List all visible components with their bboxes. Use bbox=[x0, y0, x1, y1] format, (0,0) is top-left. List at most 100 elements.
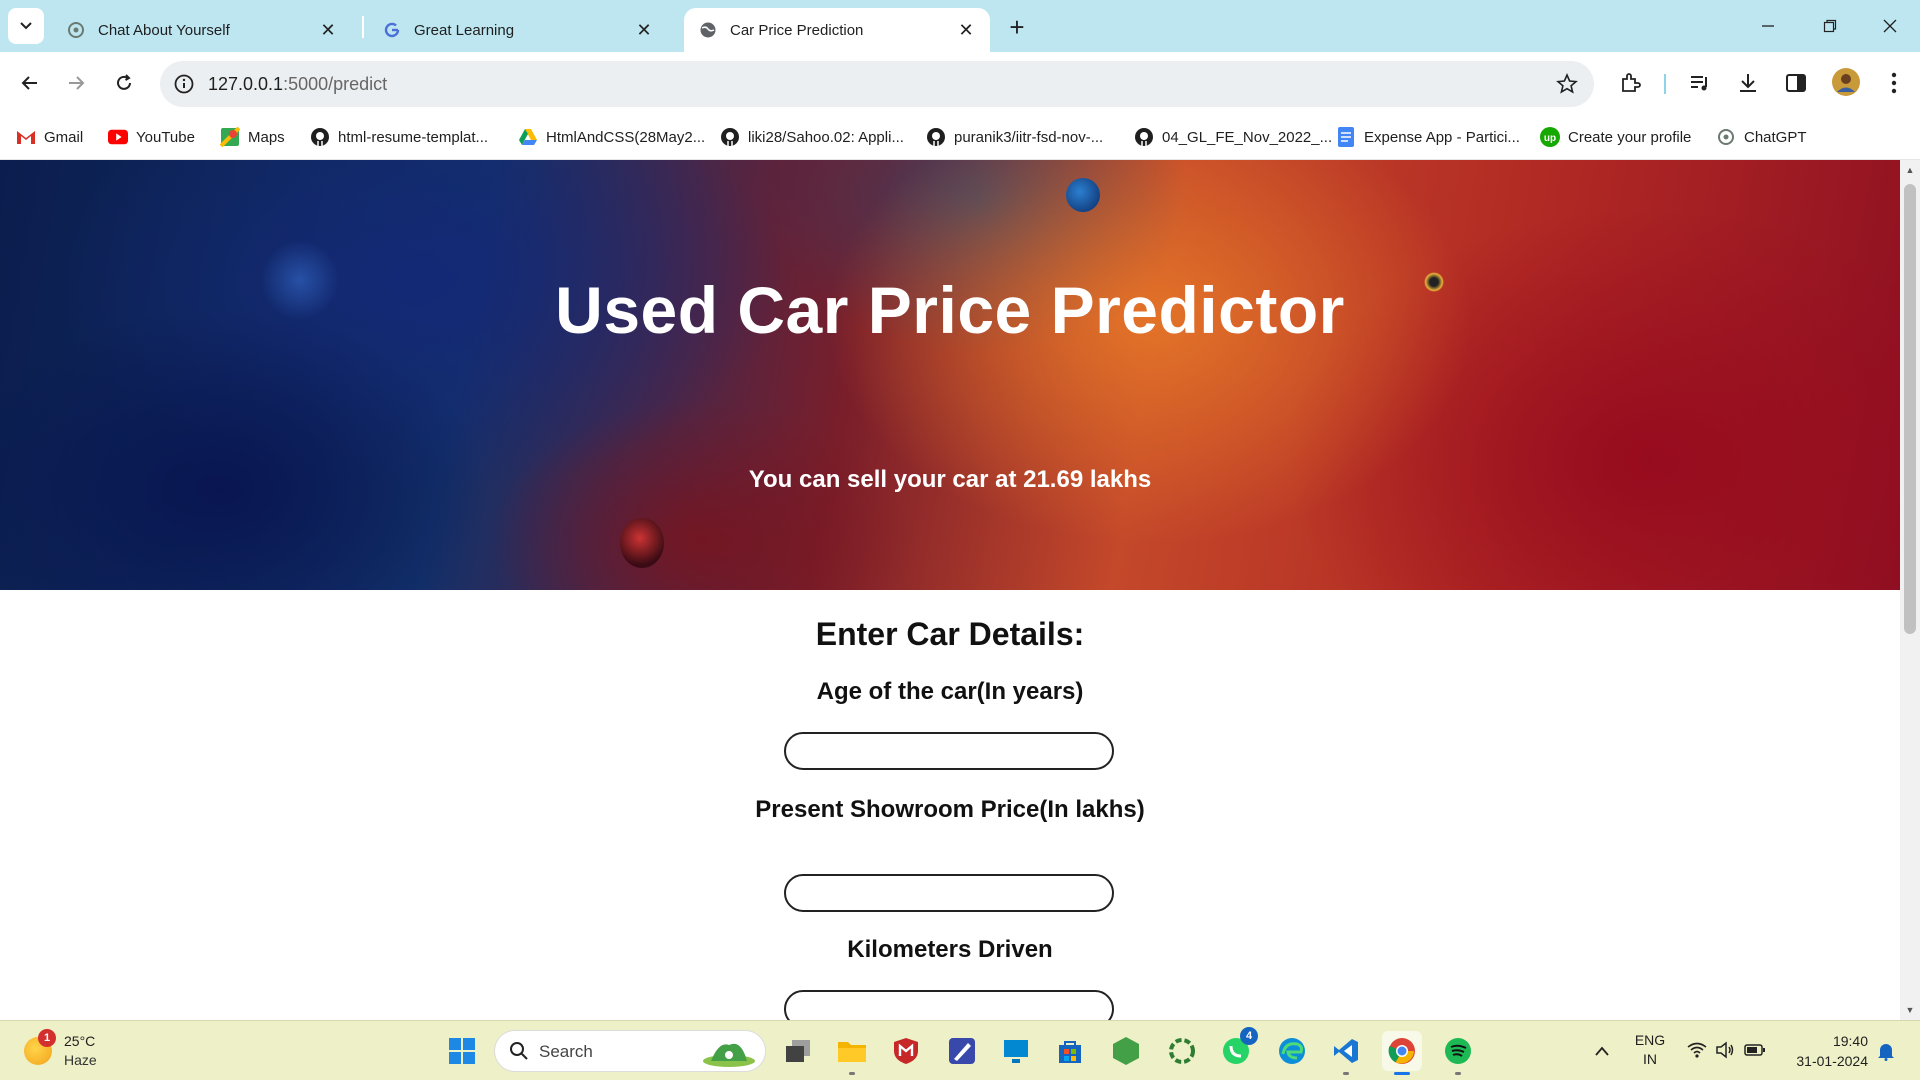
showroom-price-input[interactable] bbox=[784, 874, 1114, 912]
chrome-button[interactable] bbox=[1382, 1031, 1422, 1075]
shield-icon bbox=[894, 1038, 918, 1064]
scroll-down-icon[interactable]: ▼ bbox=[1904, 1004, 1916, 1016]
show-hidden-icons-button[interactable] bbox=[1590, 1039, 1614, 1063]
bookmark-label: ChatGPT bbox=[1744, 128, 1807, 146]
site-info-icon[interactable] bbox=[170, 70, 198, 98]
folder-icon bbox=[838, 1042, 866, 1062]
edge-button[interactable] bbox=[1272, 1031, 1312, 1071]
ring-app-button[interactable] bbox=[1162, 1031, 1202, 1071]
profile-avatar[interactable] bbox=[1830, 66, 1862, 98]
search-placeholder: Search bbox=[539, 1042, 593, 1061]
clock-time: 19:40 bbox=[1832, 1033, 1868, 1049]
notification-bell-icon[interactable] bbox=[1874, 1039, 1898, 1063]
chevron-up-icon bbox=[1595, 1046, 1609, 1056]
prediction-result: You can sell your car at 21.69 lakhs bbox=[748, 466, 1152, 493]
age-input[interactable] bbox=[784, 732, 1114, 770]
forward-button[interactable] bbox=[60, 67, 92, 99]
whatsapp-button[interactable]: 4 bbox=[1216, 1027, 1258, 1071]
bookmark-gmail[interactable]: Gmail bbox=[16, 124, 83, 150]
start-button[interactable] bbox=[442, 1031, 482, 1071]
tab-car-price-prediction[interactable]: Car Price Prediction ✕ bbox=[684, 8, 990, 52]
bookmarks-bar: Gmail YouTube Maps html-resume-templat..… bbox=[0, 114, 1920, 160]
bookmark-youtube[interactable]: YouTube bbox=[108, 124, 195, 150]
tab-search-button[interactable] bbox=[8, 8, 44, 44]
openai-icon bbox=[66, 20, 86, 40]
bookmark-04-gl-fe[interactable]: 04_GL_FE_Nov_2022_... bbox=[1134, 124, 1332, 150]
whatsapp-notification-badge: 4 bbox=[1240, 1027, 1258, 1045]
maps-icon bbox=[220, 127, 240, 147]
bookmark-html-resume[interactable]: html-resume-templat... bbox=[310, 124, 488, 150]
weather-widget[interactable]: 1 25°C Haze bbox=[20, 1029, 110, 1073]
close-icon bbox=[1883, 19, 1897, 33]
remote-desktop-button[interactable] bbox=[996, 1031, 1036, 1071]
mcafee-button[interactable] bbox=[886, 1031, 926, 1071]
region-code: IN bbox=[1643, 1051, 1657, 1067]
pen-app-button[interactable] bbox=[942, 1031, 982, 1071]
scroll-up-icon[interactable]: ▲ bbox=[1904, 164, 1916, 176]
bookmark-label: puranik3/iitr-fsd-nov-... bbox=[954, 128, 1104, 146]
close-icon[interactable]: ✕ bbox=[318, 20, 338, 40]
address-bar[interactable]: 127.0.0.1:5000/predict bbox=[160, 61, 1594, 107]
taskbar-search-box[interactable]: Search bbox=[494, 1030, 766, 1072]
vscode-button[interactable] bbox=[1326, 1031, 1366, 1075]
system-clock[interactable]: 19:40 31-01-2024 bbox=[1780, 1031, 1868, 1071]
url-text[interactable]: 127.0.0.1:5000/predict bbox=[208, 74, 387, 95]
arrow-left-icon bbox=[21, 76, 37, 90]
volume-icon[interactable] bbox=[1714, 1039, 1736, 1061]
tab-chat-about-yourself[interactable]: Chat About Yourself ✕ bbox=[52, 8, 352, 52]
task-view-icon bbox=[786, 1040, 810, 1062]
bookmark-create-profile[interactable]: up Create your profile bbox=[1540, 124, 1691, 150]
bookmark-liki28[interactable]: liki28/Sahoo.02: Appli... bbox=[720, 124, 904, 150]
hexagon-icon bbox=[1113, 1037, 1139, 1065]
tab-great-learning[interactable]: Great Learning ✕ bbox=[368, 8, 668, 52]
new-tab-button[interactable]: + bbox=[1002, 12, 1032, 42]
page-viewport: Used Car Price Predictor You can sell yo… bbox=[0, 160, 1900, 1020]
battery-icon[interactable] bbox=[1744, 1039, 1766, 1061]
openai-icon bbox=[1716, 127, 1736, 147]
bookmark-chatgpt[interactable]: ChatGPT bbox=[1716, 124, 1807, 150]
form-heading: Enter Car Details: bbox=[815, 616, 1085, 652]
bookmark-label: YouTube bbox=[136, 128, 195, 146]
task-view-button[interactable] bbox=[778, 1031, 818, 1071]
file-explorer-button[interactable] bbox=[832, 1031, 872, 1075]
bookmark-htmlandcss[interactable]: HtmlAndCSS(28May2... bbox=[518, 124, 705, 150]
close-icon[interactable]: ✕ bbox=[634, 20, 654, 40]
google-drive-icon bbox=[518, 127, 538, 147]
toolbar-divider bbox=[1664, 74, 1666, 94]
minimize-button[interactable] bbox=[1748, 10, 1788, 42]
bookmark-expense-app[interactable]: Expense App - Partici... bbox=[1336, 124, 1520, 150]
scroll-thumb[interactable] bbox=[1904, 184, 1916, 634]
input-language[interactable]: ENG IN bbox=[1630, 1031, 1670, 1069]
page-scrollbar[interactable]: ▲ ▼ bbox=[1900, 160, 1920, 1020]
close-icon[interactable]: ✕ bbox=[956, 20, 976, 40]
ring-icon bbox=[1169, 1038, 1195, 1064]
github-icon bbox=[926, 127, 946, 147]
extensions-icon[interactable] bbox=[1616, 69, 1644, 97]
media-controls-icon[interactable] bbox=[1686, 69, 1714, 97]
microsoft-store-button[interactable] bbox=[1050, 1031, 1090, 1071]
reload-button[interactable] bbox=[108, 67, 140, 99]
spotify-button[interactable] bbox=[1438, 1031, 1478, 1075]
bookmark-puranik3[interactable]: puranik3/iitr-fsd-nov-... bbox=[926, 124, 1103, 150]
bookmark-label: Expense App - Partici... bbox=[1364, 128, 1520, 146]
google-docs-icon bbox=[1336, 127, 1356, 147]
github-icon bbox=[720, 127, 740, 147]
kilometers-input[interactable] bbox=[784, 990, 1114, 1020]
wifi-icon[interactable] bbox=[1686, 1039, 1708, 1061]
weather-condition: Haze bbox=[64, 1052, 97, 1068]
bookmark-label: HtmlAndCSS(28May2... bbox=[546, 128, 706, 146]
side-panel-icon[interactable] bbox=[1782, 69, 1810, 97]
restore-button[interactable] bbox=[1810, 10, 1850, 42]
nodejs-button[interactable] bbox=[1106, 1031, 1146, 1071]
pen-icon bbox=[949, 1038, 975, 1064]
close-window-button[interactable] bbox=[1870, 10, 1910, 42]
github-icon bbox=[1134, 127, 1154, 147]
plus-icon: + bbox=[1009, 11, 1025, 42]
bookmark-star-icon[interactable] bbox=[1554, 71, 1580, 97]
download-icon[interactable] bbox=[1734, 69, 1762, 97]
back-button[interactable] bbox=[14, 67, 46, 99]
browser-menu-icon[interactable] bbox=[1880, 69, 1908, 97]
bookmark-maps[interactable]: Maps bbox=[220, 124, 285, 150]
running-indicator bbox=[1455, 1072, 1461, 1075]
url-path: :5000/predict bbox=[283, 74, 388, 94]
